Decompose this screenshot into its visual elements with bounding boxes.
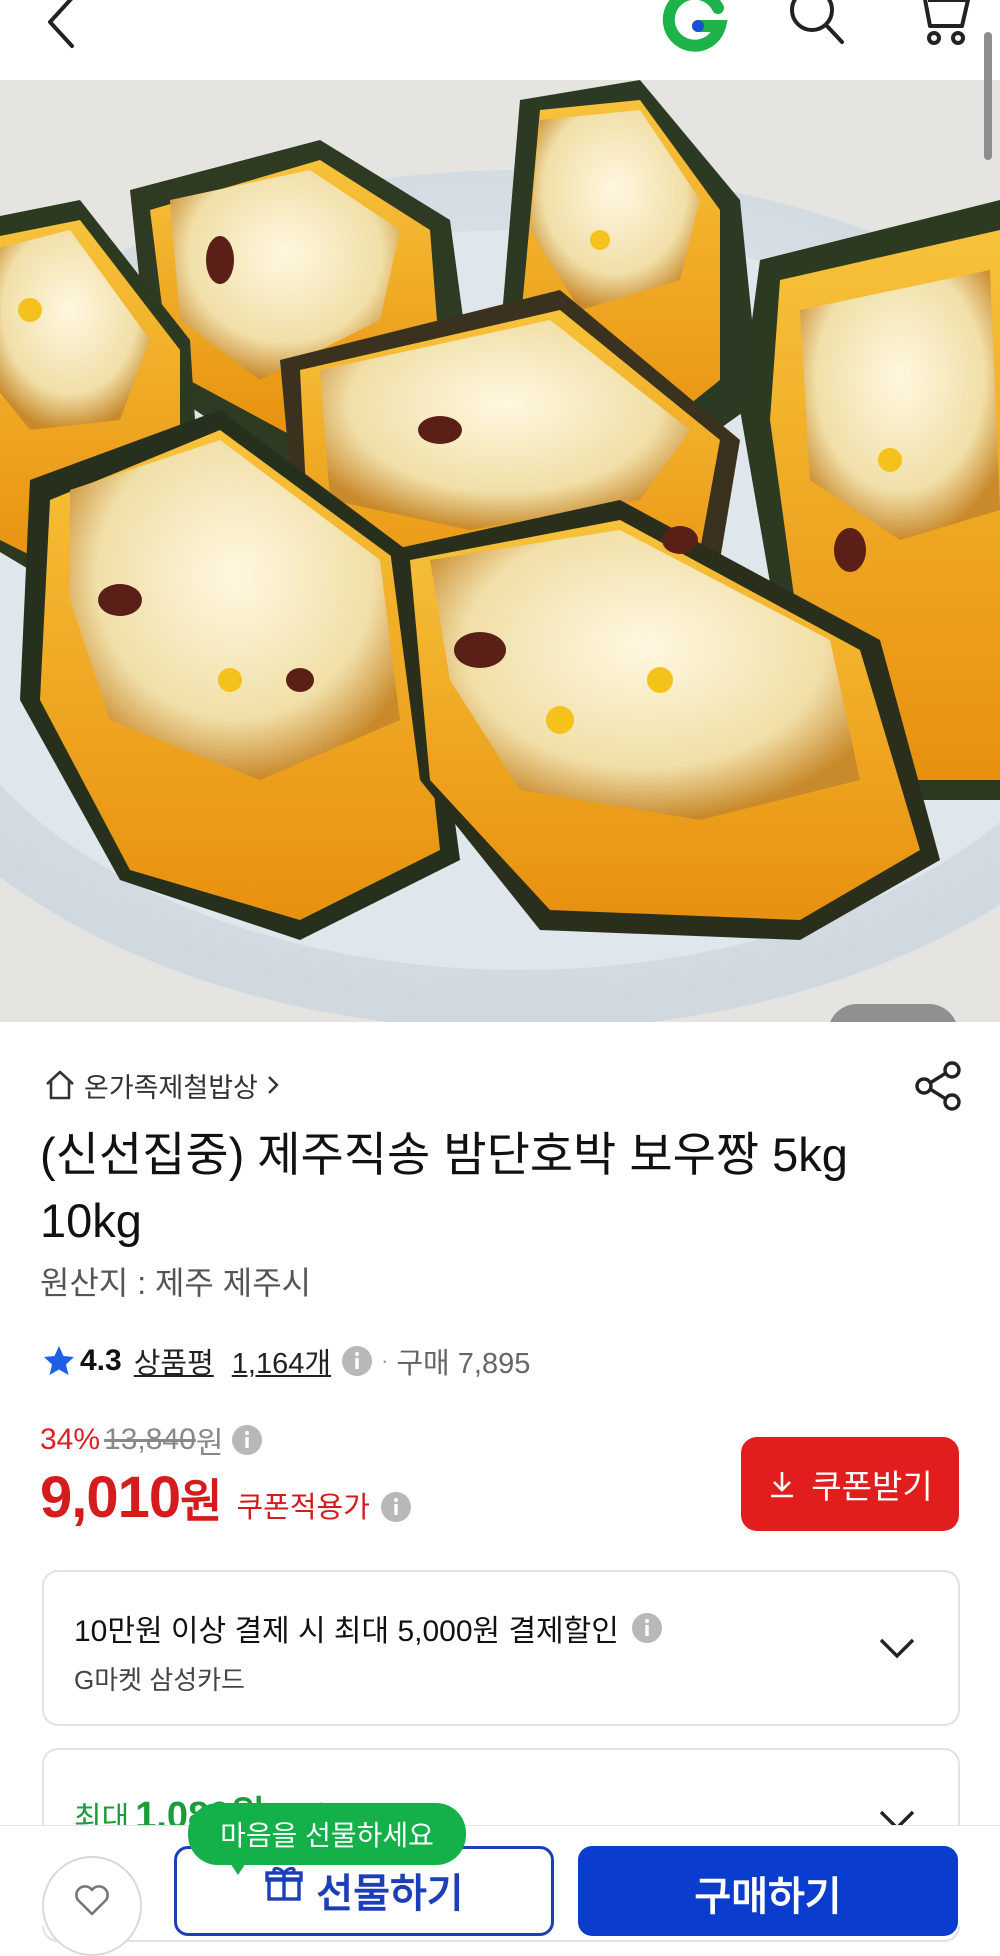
- back-arrow-icon[interactable]: [36, 0, 96, 58]
- separator-dot: ·: [381, 1348, 389, 1373]
- sale-price: 9,010: [40, 1465, 181, 1530]
- review-count[interactable]: 1,164개: [232, 1340, 331, 1382]
- chevron-down-icon[interactable]: [878, 1636, 916, 1660]
- info-icon[interactable]: [380, 1491, 412, 1523]
- coupon-button-label: 쿠폰받기: [811, 1468, 933, 1505]
- review-link[interactable]: 상품평: [134, 1340, 214, 1382]
- download-icon: [771, 1472, 794, 1498]
- payment-discount-row: 10만원 이상 결제 시 최대 5,000원 결제할인: [74, 1606, 663, 1650]
- gift-tooltip-text: 마음을 선물하세요: [220, 1820, 434, 1851]
- home-icon: [46, 1070, 74, 1100]
- page-scrollbar[interactable]: [984, 32, 992, 160]
- rating-row: 4.3 상품평 1,164개 · 구매 7,895: [42, 1336, 530, 1386]
- purchase-count: 구매 7,895: [396, 1348, 531, 1380]
- coupon-download-button[interactable]: 쿠폰받기: [741, 1437, 959, 1531]
- buy-button[interactable]: 구매하기: [578, 1846, 958, 1936]
- star-icon: [44, 1346, 74, 1375]
- original-price-unit: 원: [195, 1427, 224, 1460]
- payment-discount-text: 10만원 이상 결제 시 최대 5,000원 결제할인: [74, 1615, 619, 1648]
- bottom-action-bar: 선물하기 구매하기: [0, 1825, 1000, 1956]
- gift-icon: [265, 1866, 304, 1901]
- coupon-applied-label: 쿠폰적용가: [236, 1492, 370, 1524]
- seller-name: 온가족제철밥상: [84, 1072, 258, 1103]
- info-icon[interactable]: [231, 1424, 263, 1456]
- search-icon[interactable]: [786, 0, 848, 50]
- seller-breadcrumb[interactable]: 온가족제철밥상: [42, 1062, 282, 1108]
- original-price: 13,840: [104, 1423, 196, 1456]
- info-icon[interactable]: [341, 1345, 373, 1377]
- gmarket-logo-icon[interactable]: [660, 0, 730, 56]
- sale-price-row: 9,010 원 쿠폰적용가: [40, 1464, 412, 1531]
- product-image-carousel[interactable]: 1 / 2: [0, 80, 1000, 1022]
- sale-price-unit: 원: [180, 1475, 223, 1527]
- top-bar: [0, 0, 1000, 80]
- share-icon[interactable]: [910, 1058, 966, 1114]
- payment-card-name: G마켓 삼성카드: [74, 1665, 245, 1695]
- info-icon[interactable]: [631, 1612, 663, 1644]
- chevron-right-icon: [268, 1076, 279, 1094]
- heart-icon: [75, 1885, 109, 1916]
- gift-tooltip: 마음을 선물하세요: [188, 1803, 466, 1875]
- tooltip-tail: [226, 1857, 250, 1875]
- payment-discount-card[interactable]: 10만원 이상 결제 시 최대 5,000원 결제할인 G마켓 삼성카드: [42, 1570, 960, 1726]
- wishlist-button[interactable]: [42, 1856, 142, 1956]
- gift-button-label: 선물하기: [316, 1872, 464, 1916]
- buy-button-label: 구매하기: [694, 1875, 842, 1919]
- product-photo: [0, 80, 1000, 1022]
- discount-rate: 34%: [40, 1423, 101, 1456]
- product-title: (신선집중) 제주직송 밤단호박 보우짱 5kg 10kg: [40, 1128, 848, 1247]
- image-pager-badge: 1 / 2: [828, 1004, 958, 1022]
- original-price-row: 34% 13,840 원: [40, 1418, 263, 1462]
- cart-icon[interactable]: [910, 0, 972, 50]
- rating-value: 4.3: [80, 1344, 122, 1377]
- product-origin: 원산지 : 제주 제주시: [40, 1265, 312, 1301]
